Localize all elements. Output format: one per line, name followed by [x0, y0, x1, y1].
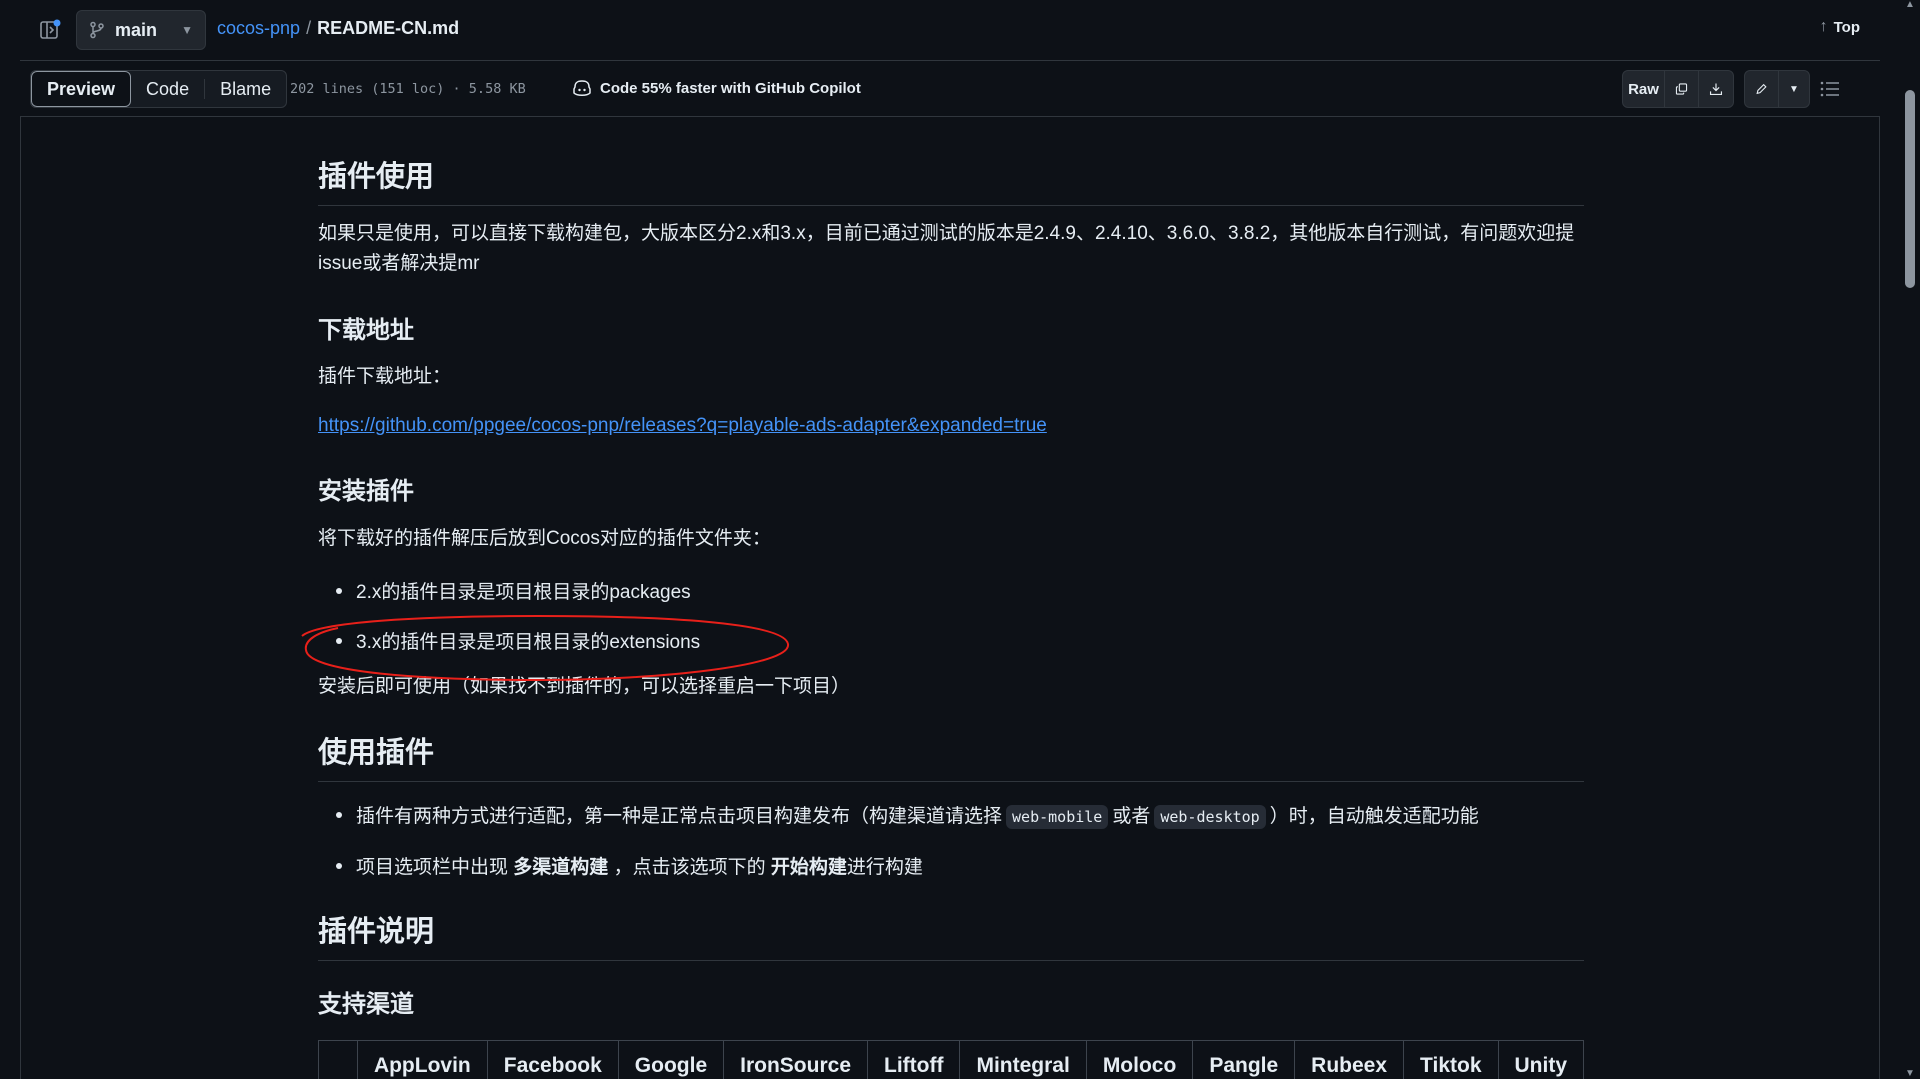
- breadcrumb-separator: /: [306, 18, 312, 38]
- readme-content: 插件使用 如果只是使用，可以直接下载构建包，大版本区分2.x和3.x，目前已通过…: [318, 117, 1584, 1079]
- table-cell: IronSource: [723, 1040, 868, 1079]
- sidebar-toggle-button[interactable]: [38, 18, 62, 42]
- scroll-up-arrow[interactable]: ▲: [1905, 0, 1915, 10]
- scrollbar-thumb[interactable]: [1905, 90, 1915, 288]
- code-web-mobile: web-mobile: [1006, 805, 1109, 829]
- bullet-dot: [336, 811, 342, 818]
- install-item-2x: 2.x的插件目录是项目根目录的packages: [356, 582, 691, 603]
- use2-text-e: 进行构建: [846, 857, 923, 878]
- table-cell: Facebook: [486, 1040, 619, 1079]
- copilot-promo[interactable]: Code 55% faster with GitHub Copilot: [572, 79, 861, 97]
- table-row: AppLovin Facebook Google IronSource Lift…: [318, 1040, 1584, 1079]
- use-text-c: ）时，自动触发适配功能: [1269, 806, 1479, 827]
- bullet-dot: [336, 587, 342, 594]
- breadcrumb: cocos-pnp / README-CN.md: [217, 18, 459, 39]
- branch-name: main: [115, 19, 158, 40]
- download-link[interactable]: https://github.com/ppgee/cocos-pnp/relea…: [318, 415, 1047, 437]
- view-mode-tabs: Preview Code Blame: [30, 70, 288, 108]
- channels-table: AppLovin Facebook Google IronSource Lift…: [318, 1040, 1584, 1079]
- top-label: Top: [1833, 18, 1860, 36]
- list-item: 2.x的插件目录是项目根目录的packages: [336, 577, 691, 604]
- table-cell: Rubeex: [1294, 1040, 1405, 1079]
- breadcrumb-file: README-CN.md: [317, 18, 460, 38]
- red-circle-annotation: [301, 614, 789, 682]
- use2-text-c: ，点击该选项下的: [613, 857, 766, 878]
- tab-blame[interactable]: Blame: [205, 71, 286, 107]
- use2-bold-menu: 多渠道构建: [513, 857, 609, 878]
- copy-icon: [1675, 83, 1688, 95]
- tab-preview[interactable]: Preview: [31, 71, 132, 107]
- install-paragraph: 将下载好的插件解压后放到Cocos对应的插件文件夹：: [318, 528, 771, 549]
- table-cell: Tiktok: [1403, 1040, 1499, 1079]
- file-toolbar: Preview Code Blame 202 lines (151 loc) ·…: [20, 61, 1880, 117]
- edit-dropdown-button[interactable]: ▼: [1779, 71, 1809, 107]
- tab-code[interactable]: Code: [131, 71, 204, 107]
- edit-actions: ▼: [1744, 70, 1810, 108]
- copy-button[interactable]: [1665, 71, 1699, 107]
- table-cell: Pangle: [1192, 1040, 1296, 1079]
- list-item: 插件有两种方式进行适配，第一种是正常点击项目构建发布（构建渠道请选择 web-mo…: [336, 801, 1479, 829]
- file-meta: 202 lines (151 loc) · 5.58 KB: [290, 81, 526, 97]
- use-text-a: 插件有两种方式进行适配，第一种是正常点击项目构建发布（构建渠道请选择: [356, 806, 1003, 827]
- table-cell: Moloco: [1085, 1040, 1194, 1079]
- scroll-down-arrow[interactable]: ▼: [1905, 1069, 1915, 1079]
- use-item-build: 插件有两种方式进行适配，第一种是正常点击项目构建发布（构建渠道请选择 web-mo…: [356, 801, 1479, 829]
- heading-use-plugin: 使用插件: [318, 729, 1584, 782]
- table-cell: AppLovin: [356, 1040, 488, 1079]
- file-header: main ▼ cocos-pnp / README-CN.md ↑ Top: [20, 0, 1880, 61]
- copilot-icon: [573, 80, 591, 96]
- arrow-up-icon: ↑: [1819, 18, 1828, 35]
- scrollbar[interactable]: ▲ ▼: [1900, 0, 1920, 1079]
- table-cell: Mintegral: [959, 1040, 1087, 1079]
- list-icon: [1820, 81, 1839, 97]
- code-web-desktop: web-desktop: [1154, 805, 1266, 829]
- table-cell: Unity: [1497, 1040, 1584, 1079]
- breadcrumb-repo-link[interactable]: cocos-pnp: [217, 18, 300, 39]
- use-item-menu: 项目选项栏中出现 多渠道构建 ，点击该选项下的 开始构建进行构建: [356, 852, 923, 879]
- chevron-down-icon: ▼: [1789, 83, 1799, 95]
- file-actions: Raw: [1622, 70, 1734, 108]
- heading-usage: 插件使用: [318, 153, 1584, 206]
- download-label: 插件下载地址：: [318, 366, 452, 387]
- use2-text-a: 项目选项栏中出现: [356, 857, 509, 878]
- download-icon: [1709, 83, 1723, 96]
- table-cell: [318, 1040, 358, 1079]
- chevron-down-icon: ▼: [181, 23, 193, 37]
- copilot-label: Code 55% faster with GitHub Copilot: [600, 79, 861, 97]
- table-cell: Google: [617, 1040, 725, 1079]
- usage-paragraph: 如果只是使用，可以直接下载构建包，大版本区分2.x和3.x，目前已通过测试的版本…: [318, 223, 1575, 274]
- edit-button[interactable]: [1745, 71, 1779, 107]
- git-branch-icon: [90, 21, 104, 39]
- use2-bold-build: 开始构建: [770, 857, 847, 878]
- table-cell: Liftoff: [866, 1040, 961, 1079]
- raw-button[interactable]: Raw: [1623, 71, 1665, 107]
- bullet-dot: [336, 862, 342, 869]
- top-button[interactable]: ↑ Top: [1820, 18, 1860, 36]
- pencil-icon: [1756, 83, 1767, 95]
- branch-selector[interactable]: main ▼: [76, 10, 206, 50]
- heading-install: 安装插件: [318, 478, 414, 505]
- heading-channels: 支持渠道: [318, 991, 414, 1018]
- outline-button[interactable]: [1816, 75, 1844, 103]
- heading-plugin-desc: 插件说明: [318, 908, 1584, 961]
- download-button[interactable]: [1699, 71, 1733, 107]
- use-text-b: 或者: [1112, 806, 1151, 827]
- sidebar-expand-icon: [40, 19, 61, 39]
- heading-download: 下载地址: [318, 317, 414, 344]
- list-item: 项目选项栏中出现 多渠道构建 ，点击该选项下的 开始构建进行构建: [336, 852, 923, 879]
